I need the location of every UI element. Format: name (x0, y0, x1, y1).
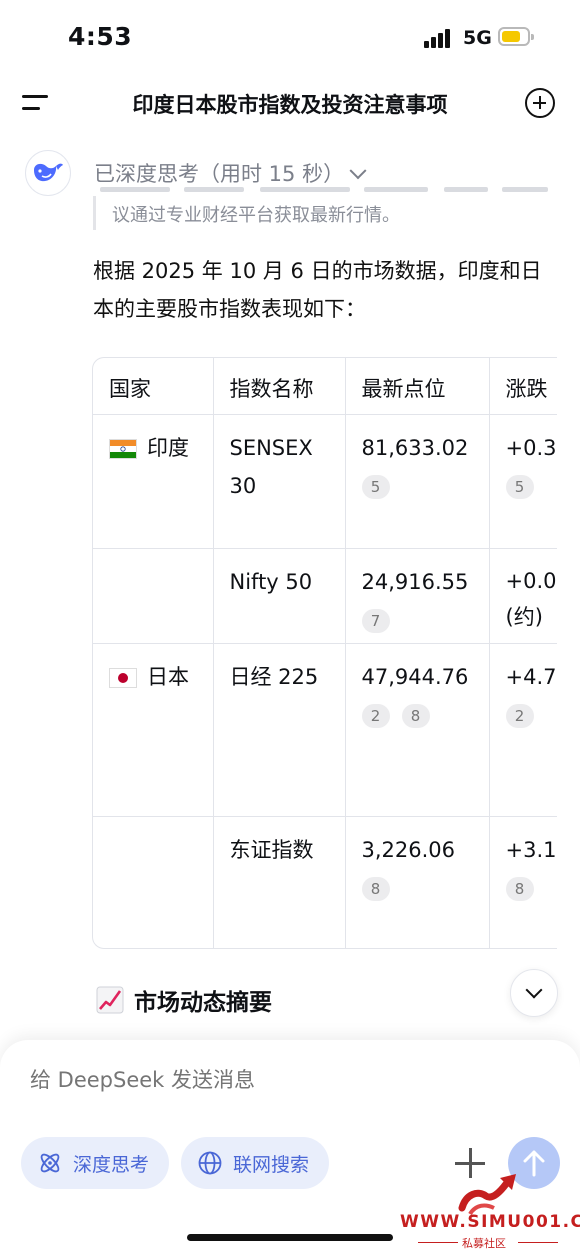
citation-badge[interactable]: 5 (361, 474, 390, 499)
citation-badge[interactable]: 8 (505, 876, 534, 901)
cell-level: 3,226.06 8 (345, 816, 490, 948)
citation-badge[interactable]: 8 (361, 876, 390, 901)
cell-index-name: 日经 225 (213, 643, 346, 817)
cell-level: 81,633.02 5 (345, 414, 490, 549)
table-header-row: 国家 指数名称 最新点位 涨跌 (93, 358, 557, 415)
deepseek-avatar (25, 150, 71, 196)
watermark-subtitle: 私募社区 (462, 1237, 506, 1250)
battery-icon (498, 27, 534, 46)
citation-badge[interactable]: 8 (401, 703, 430, 728)
change-value: +4.75 (505, 664, 558, 689)
section-title: 市场动态摘要 (134, 990, 272, 1016)
cell-level: 24,916.55 7 (345, 548, 490, 644)
thinking-label: 已深度思考（用时 15 秒） (94, 162, 345, 186)
level-value: 24,916.55 (361, 569, 469, 594)
message-input[interactable] (30, 1068, 530, 1092)
thinking-overflow-text (100, 187, 550, 193)
cell-country: 印度 (93, 414, 214, 549)
japan-flag-icon (109, 667, 137, 688)
header-change: 涨跌 (489, 358, 557, 415)
thinking-toggle[interactable]: 已深度思考（用时 15 秒） (94, 158, 367, 188)
header-country: 国家 (93, 358, 214, 415)
globe-icon (198, 1151, 222, 1175)
cellular-signal-icon (424, 28, 454, 48)
thinking-quote-bar (93, 196, 96, 230)
table-row: 东证指数 3,226.06 8 +3.10 8 (93, 816, 558, 948)
web-search-button[interactable]: 联网搜索 (181, 1137, 329, 1189)
deep-think-label: 深度思考 (73, 1153, 150, 1176)
cell-change: +4.75 2 (489, 643, 558, 817)
status-time: 4:53 (68, 22, 133, 51)
citation-badge[interactable]: 5 (505, 474, 534, 499)
country-name: 印度 (147, 435, 189, 460)
change-value: +3.10 (505, 837, 558, 862)
cell-country (93, 816, 214, 948)
top-nav: 印度日本股市指数及投资注意事项 (0, 72, 580, 134)
table-row: Nifty 50 24,916.55 7 +0.0 (约) (93, 548, 557, 644)
index-table[interactable]: 国家 指数名称 最新点位 涨跌 印度 SENSEX 30 81,633.02 5 (92, 357, 557, 949)
header-latest-level: 最新点位 (345, 358, 490, 415)
web-search-label: 联网搜索 (233, 1153, 310, 1176)
cell-index-name: SENSEX 30 (213, 414, 346, 549)
table-row: 日本 日经 225 47,944.76 28 +4.75 2 (93, 643, 558, 817)
table-row: 印度 SENSEX 30 81,633.02 5 +0.3 5 (93, 414, 557, 549)
cell-country: 日本 (93, 643, 214, 817)
citation-badge[interactable]: 7 (361, 608, 390, 633)
deep-think-button[interactable]: 深度思考 (21, 1137, 169, 1189)
chart-increasing-icon (96, 986, 124, 1014)
watermark-logo-icon (458, 1174, 516, 1216)
cell-change: +0.3 5 (489, 414, 557, 549)
new-chat-icon[interactable] (525, 88, 555, 118)
watermark-divider (518, 1242, 558, 1243)
level-value: 3,226.06 (361, 837, 456, 862)
thinking-quote-text: 议通过专业财经平台获取最新行情。 (112, 205, 400, 226)
level-value: 81,633.02 (361, 435, 469, 460)
level-value: 47,944.76 (361, 664, 469, 689)
change-value: +0.3 (505, 435, 557, 460)
network-type: 5G (463, 27, 492, 49)
watermark-divider (418, 1242, 458, 1243)
home-indicator (187, 1234, 393, 1241)
deepseek-whale-icon (34, 163, 63, 182)
watermark-url: WWW.SIMU001.CN (400, 1212, 580, 1232)
atom-icon (40, 1153, 60, 1173)
section-heading: 市场动态摘要 (96, 983, 272, 1017)
answer-intro: 根据 2025 年 10 月 6 日的市场数据，印度和日本的主要股市指数表现如下… (93, 259, 542, 321)
header-index-name: 指数名称 (213, 358, 346, 415)
cell-change: +3.10 8 (489, 816, 558, 948)
status-bar: 4:53 5G (0, 0, 580, 72)
citation-badge[interactable]: 2 (361, 703, 390, 728)
cell-country (93, 548, 214, 644)
cell-index-name: Nifty 50 (213, 548, 346, 644)
cell-index-name: 东证指数 (213, 816, 346, 948)
scroll-to-bottom-button[interactable] (510, 969, 558, 1017)
change-value: +0.0 (505, 568, 557, 593)
page-title: 印度日本股市指数及投资注意事项 (132, 93, 448, 117)
chevron-down-icon (349, 162, 367, 180)
citation-badge[interactable]: 2 (505, 703, 534, 728)
cell-level: 47,944.76 28 (345, 643, 490, 817)
country-name: 日本 (147, 664, 189, 689)
change-note: (约) (505, 604, 543, 629)
cell-change: +0.0 (约) (489, 548, 557, 644)
india-flag-icon (109, 438, 137, 459)
